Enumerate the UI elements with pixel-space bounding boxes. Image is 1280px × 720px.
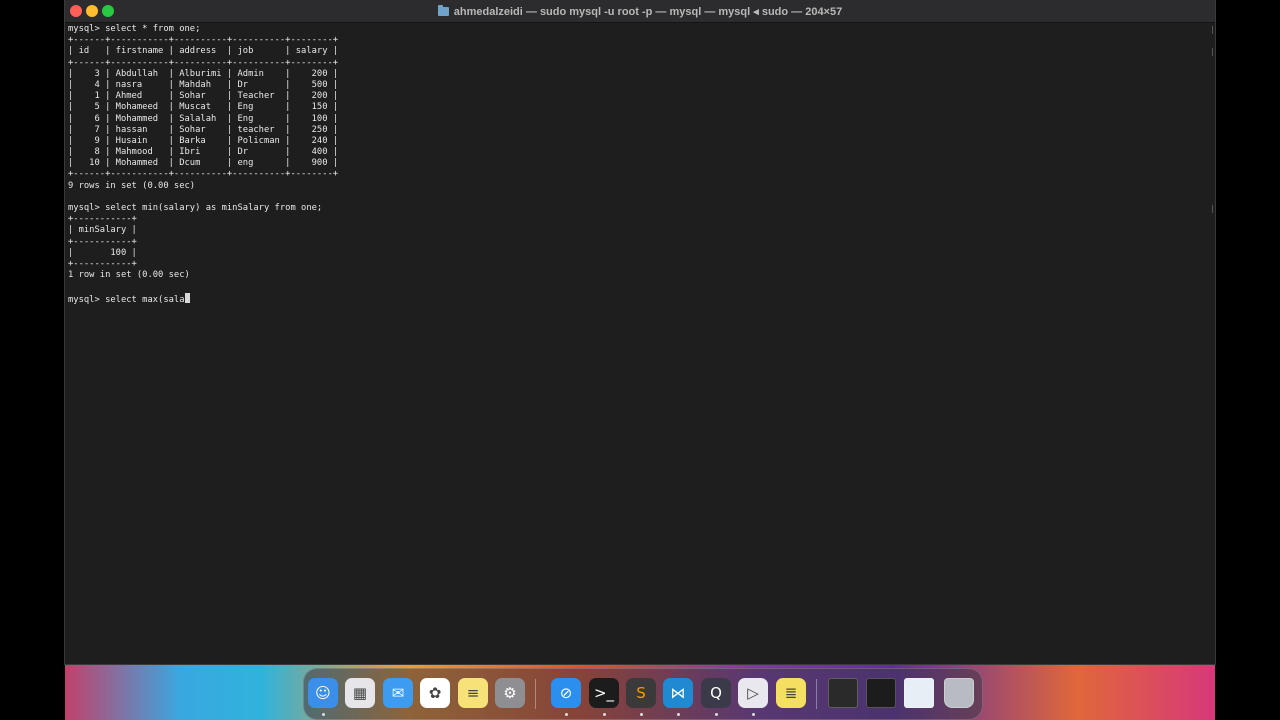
- terminal-line: 9 rows in set (0.00 sec): [68, 180, 196, 191]
- terminal-line: +-----------+: [68, 258, 137, 269]
- terminal-line: mysql> select * from one;: [68, 24, 201, 34]
- window-title: ahmedalzeidi — sudo mysql -u root -p — m…: [453, 5, 843, 18]
- running-indicator: [640, 713, 643, 716]
- terminal-line: 1 row in set (0.00 sec): [68, 270, 190, 281]
- terminal-line: | id | firstname | address | job | salar…: [68, 46, 339, 57]
- terminal-line: | 5 | Mohameed | Muscat | Eng | 150 |: [68, 102, 339, 113]
- terminal-line: mysql> select min(salary) as minSalary f…: [68, 203, 323, 213]
- terminal-line: | 9 | Husain | Barka | Policman | 240 |: [68, 135, 339, 146]
- terminal-line: | 6 | Mohammed | Salalah | Eng | 100 |: [68, 113, 339, 124]
- running-indicator: [322, 713, 325, 716]
- running-indicator: [715, 713, 718, 716]
- terminal-prompt-line: mysql> select max(sala: [68, 292, 338, 305]
- running-indicator: [677, 713, 680, 716]
- terminal-line: +------+-----------+----------+---------…: [68, 35, 339, 46]
- terminal-line: | 10 | Mohammed | Dcum | eng | 900 |: [68, 158, 339, 169]
- window-title-area: ahmedalzeidi — sudo mysql -u root -p — m…: [65, 0, 1215, 22]
- dock: ☺ ▦ ✉ ✿ ≡ ⚙ ⊘ >_ S ⋈ Q ▷ ≣: [303, 668, 983, 720]
- window-thumbnail-icon[interactable]: [828, 678, 858, 708]
- window-thumbnail-icon[interactable]: [866, 678, 896, 708]
- terminal-line: | minSalary |: [68, 225, 137, 236]
- running-indicator: [752, 713, 755, 716]
- terminal-line: | 1 | Ahmed | Sohar | Teacher | 200 |: [68, 91, 339, 102]
- trash-icon[interactable]: [944, 678, 974, 708]
- vscode-icon[interactable]: ⋈: [663, 678, 693, 708]
- running-indicator: [565, 713, 568, 716]
- stickies-icon[interactable]: ≣: [776, 678, 806, 708]
- editor-icon[interactable]: ▷: [738, 678, 768, 708]
- mail-icon[interactable]: ✉: [383, 678, 413, 708]
- terminal-line: +------+-----------+----------+---------…: [68, 57, 339, 68]
- launchpad-icon[interactable]: ▦: [345, 678, 375, 708]
- quicktime-icon[interactable]: Q: [701, 678, 731, 708]
- terminal-line: | 7 | hassan | Sohar | teacher | 250 |: [68, 124, 339, 135]
- settings-icon[interactable]: ⚙: [495, 678, 525, 708]
- terminal-window[interactable]: ahmedalzeidi — sudo mysql -u root -p — m…: [65, 0, 1215, 664]
- text-cursor: [184, 292, 191, 303]
- scroll-marker: [1212, 205, 1213, 213]
- running-indicator: [603, 713, 606, 716]
- dock-separator: [816, 679, 817, 709]
- dock-separator: [535, 679, 536, 709]
- terminal-line: +-----------+: [68, 236, 137, 247]
- scroll-marker: [1212, 48, 1213, 56]
- sublime-icon[interactable]: S: [626, 678, 656, 708]
- terminal-line: | 4 | nasra | Mahdah | Dr | 500 |: [68, 79, 339, 90]
- terminal-line: | 8 | Mahmood | Ibri | Dr | 400 |: [68, 147, 339, 158]
- terminal-line: | 3 | Abdullah | Alburimi | Admin | 200 …: [68, 68, 339, 79]
- terminal-output[interactable]: mysql> select * from one; +------+-------…: [68, 24, 339, 305]
- terminal-line: +------+-----------+----------+---------…: [68, 169, 339, 180]
- terminal-line: | 100 |: [68, 247, 137, 258]
- terminal-icon[interactable]: >_: [589, 678, 619, 708]
- window-thumbnail-icon[interactable]: [904, 678, 934, 708]
- scroll-marker: [1212, 26, 1213, 34]
- terminal-line: +-----------+: [68, 214, 137, 225]
- safari-icon[interactable]: ⊘: [551, 678, 581, 708]
- photos-icon[interactable]: ✿: [420, 678, 450, 708]
- folder-icon: [437, 4, 449, 16]
- notes-icon[interactable]: ≡: [458, 678, 488, 708]
- finder-icon[interactable]: ☺: [308, 678, 338, 708]
- title-bar[interactable]: ahmedalzeidi — sudo mysql -u root -p — m…: [65, 0, 1215, 23]
